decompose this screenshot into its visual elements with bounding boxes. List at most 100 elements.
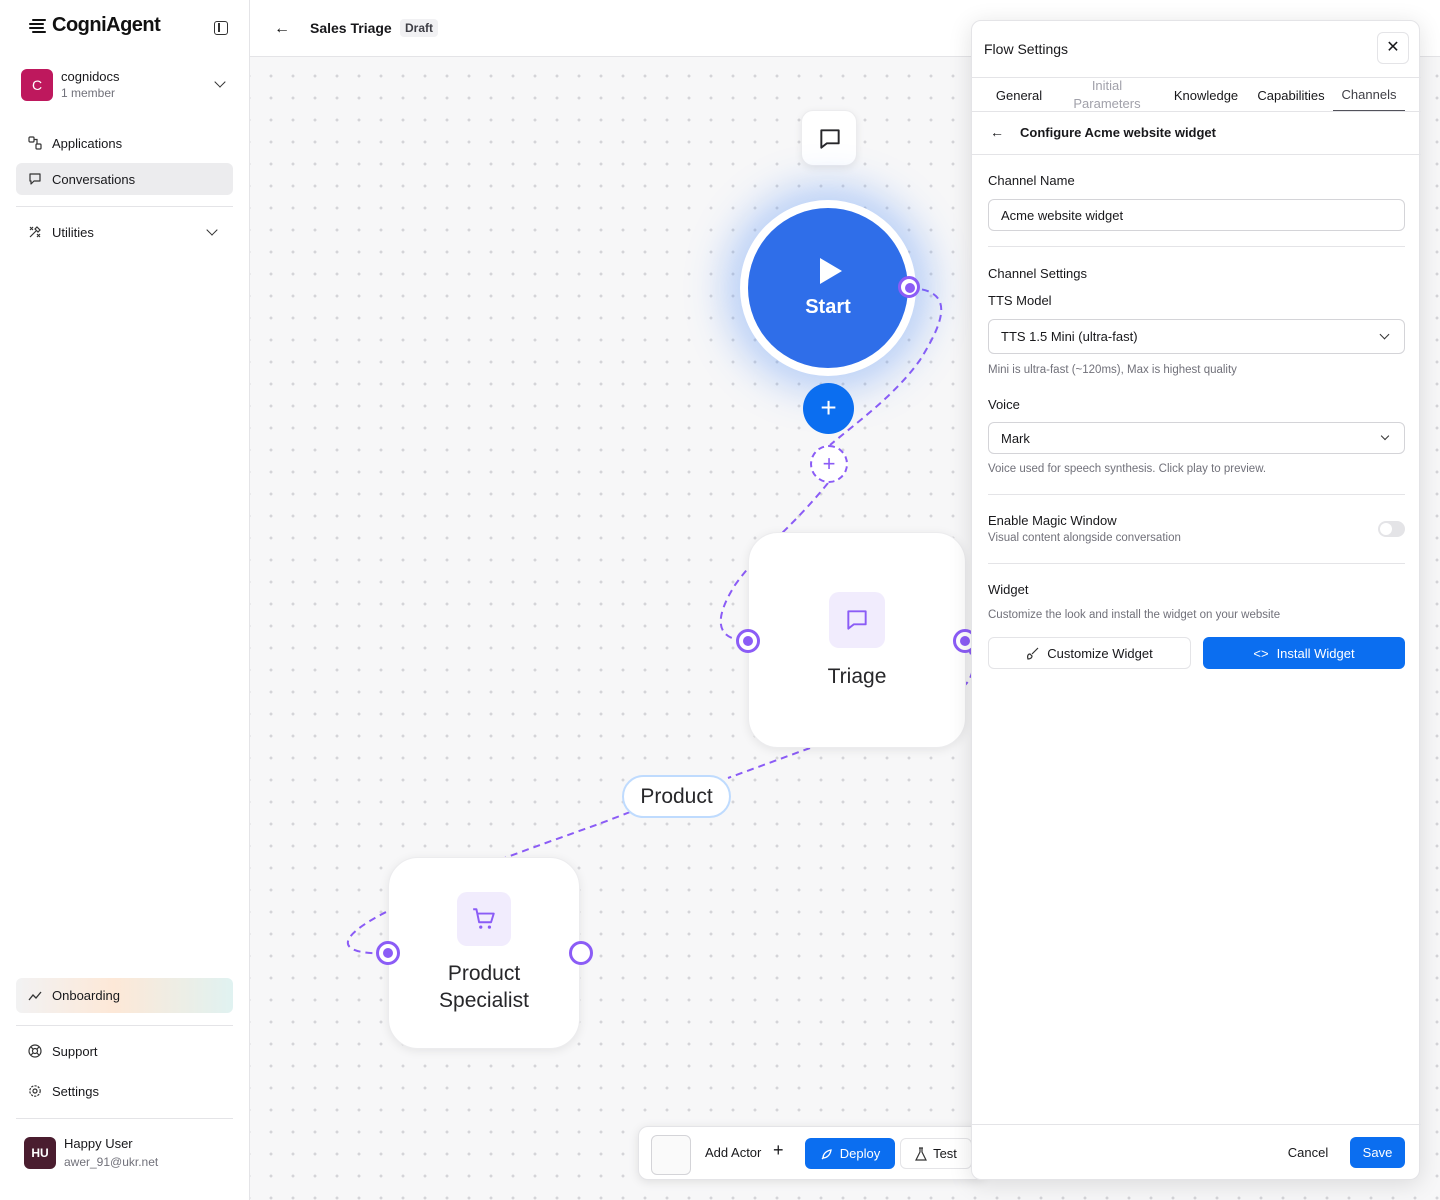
user-name: Happy User [64, 1136, 133, 1151]
start-label: Start [805, 296, 851, 318]
channel-name-label: Channel Name [988, 173, 1075, 188]
magic-window-toggle[interactable] [1378, 521, 1405, 537]
org-name: cognidocs [61, 69, 120, 84]
add-actor-button[interactable]: Add Actor [705, 1145, 761, 1160]
tab-general[interactable]: General [984, 78, 1054, 112]
sidebar-item-label: Settings [52, 1083, 99, 1099]
tts-model-help: Mini is ultra-fast (~120ms), Max is high… [988, 364, 1237, 376]
channel-settings-label: Channel Settings [988, 266, 1088, 281]
triage-node[interactable]: Triage [748, 532, 966, 748]
voice-help: Voice used for speech synthesis. Click p… [988, 463, 1267, 475]
chevron-down-icon [1379, 329, 1390, 340]
onboarding-button[interactable]: Onboarding [16, 978, 233, 1013]
voice-label: Voice [988, 397, 1020, 412]
edge-label[interactable]: Product [622, 775, 731, 818]
sidebar-item-label: Conversations [52, 171, 136, 187]
triage-label: Triage [827, 665, 887, 688]
deploy-label: Deploy [839, 1146, 881, 1161]
triage-input-handle[interactable] [736, 629, 760, 653]
magic-window-label: Enable Magic Window [988, 513, 1117, 528]
sidebar-item-applications[interactable]: Applications [16, 127, 233, 159]
flask-icon [915, 1146, 928, 1161]
close-button[interactable]: ✕ [1377, 32, 1409, 64]
onboarding-label: Onboarding [52, 988, 120, 1003]
play-icon [820, 258, 842, 284]
specialist-output-handle[interactable] [569, 941, 593, 965]
divider [988, 246, 1405, 247]
product-specialist-node[interactable]: Product Specialist [388, 857, 580, 1049]
test-button[interactable]: Test [900, 1138, 972, 1169]
chat-icon [847, 610, 867, 630]
flow-settings-panel: Flow Settings ✕ General Initial Paramete… [971, 20, 1421, 1180]
divider [988, 494, 1405, 495]
sidebar-item-utilities[interactable]: Utilities [16, 216, 233, 248]
brand-name: CogniAgent [52, 14, 161, 36]
widget-help: Customize the look and install the widge… [988, 609, 1281, 621]
org-avatar: C [21, 69, 53, 101]
tts-model-value: TTS 1.5 Mini (ultra-fast) [1001, 329, 1138, 344]
status-badge: Draft [400, 19, 439, 37]
cancel-button[interactable]: Cancel [1277, 1137, 1339, 1168]
divider [16, 1118, 233, 1119]
tab-channels[interactable]: Channels [1333, 78, 1405, 112]
org-members: 1 member [61, 86, 116, 100]
applications-icon [28, 136, 42, 150]
customize-widget-label: Customize Widget [1047, 645, 1153, 661]
code-icon: <> [1253, 645, 1269, 661]
tools-icon [29, 226, 41, 238]
sidebar-item-conversations[interactable]: Conversations [16, 163, 233, 195]
install-widget-label: Install Widget [1276, 645, 1355, 661]
cart-icon [473, 908, 495, 929]
voice-select[interactable]: Mark [988, 422, 1405, 454]
channel-config-title: Configure Acme website widget [1020, 125, 1216, 140]
divider [16, 1025, 233, 1026]
chevron-down-icon [206, 224, 218, 236]
divider [16, 206, 233, 207]
org-switcher[interactable]: C cognidocs 1 member [16, 62, 234, 108]
sidebar-item-label: Utilities [52, 224, 94, 240]
node-icon-bg [457, 892, 511, 946]
canvas-toolbar: Add Actor + Deploy Test [638, 1126, 986, 1180]
user-menu[interactable]: HU Happy User awer_91@ukr.net [16, 1128, 233, 1178]
trend-icon [28, 991, 42, 1000]
deploy-button[interactable]: Deploy [805, 1138, 895, 1169]
start-node[interactable]: Start [740, 200, 916, 376]
start-output-handle[interactable] [898, 276, 920, 298]
channel-subheader: ← Configure Acme website widget [972, 111, 1421, 155]
back-arrow-icon[interactable]: ← [990, 124, 1004, 140]
tts-model-select[interactable]: TTS 1.5 Mini (ultra-fast) [988, 319, 1405, 354]
insert-node-button[interactable]: + [810, 445, 848, 483]
sidebar-collapse-icon[interactable] [214, 21, 228, 35]
tab-capabilities[interactable]: Capabilities [1252, 78, 1330, 112]
brand-logo[interactable]: CogniAgent [28, 14, 161, 37]
divider [988, 563, 1405, 564]
customize-widget-button[interactable]: Customize Widget [988, 637, 1191, 669]
close-icon: ✕ [1386, 39, 1400, 56]
tts-model-label: TTS Model [988, 293, 1052, 308]
specialist-input-handle[interactable] [376, 941, 400, 965]
tab-knowledge[interactable]: Knowledge [1168, 78, 1244, 112]
back-arrow-icon[interactable]: ← [274, 20, 290, 38]
install-widget-button[interactable]: <> Install Widget [1203, 637, 1405, 669]
brush-icon [1027, 647, 1039, 660]
lifebuoy-icon [28, 1044, 42, 1058]
chevron-down-icon [214, 76, 226, 88]
plus-icon: + [822, 451, 836, 476]
page-title: Sales Triage [310, 20, 392, 36]
channel-name-input[interactable]: Acme website widget [988, 199, 1405, 231]
sidebar-item-settings[interactable]: Settings [16, 1075, 233, 1107]
sidebar-item-label: Support [52, 1043, 98, 1059]
add-node-button[interactable]: + [803, 383, 854, 434]
settings-tabs: General Initial Parameters Knowledge Cap… [972, 77, 1421, 112]
magic-window-help: Visual content alongside conversation [988, 532, 1181, 544]
start-node-core: Start [748, 208, 908, 368]
channel-name-value: Acme website widget [1001, 207, 1124, 223]
sidebar: CogniAgent C cognidocs 1 member Applicat… [0, 0, 250, 1200]
sidebar-item-support[interactable]: Support [16, 1035, 233, 1067]
chat-trigger-node[interactable] [801, 110, 857, 166]
document-icon[interactable] [651, 1135, 691, 1175]
logo-icon [28, 16, 48, 36]
plus-icon[interactable]: + [773, 1140, 784, 1161]
tab-initial-parameters[interactable]: Initial Parameters [1066, 78, 1148, 112]
save-button[interactable]: Save [1350, 1137, 1405, 1168]
